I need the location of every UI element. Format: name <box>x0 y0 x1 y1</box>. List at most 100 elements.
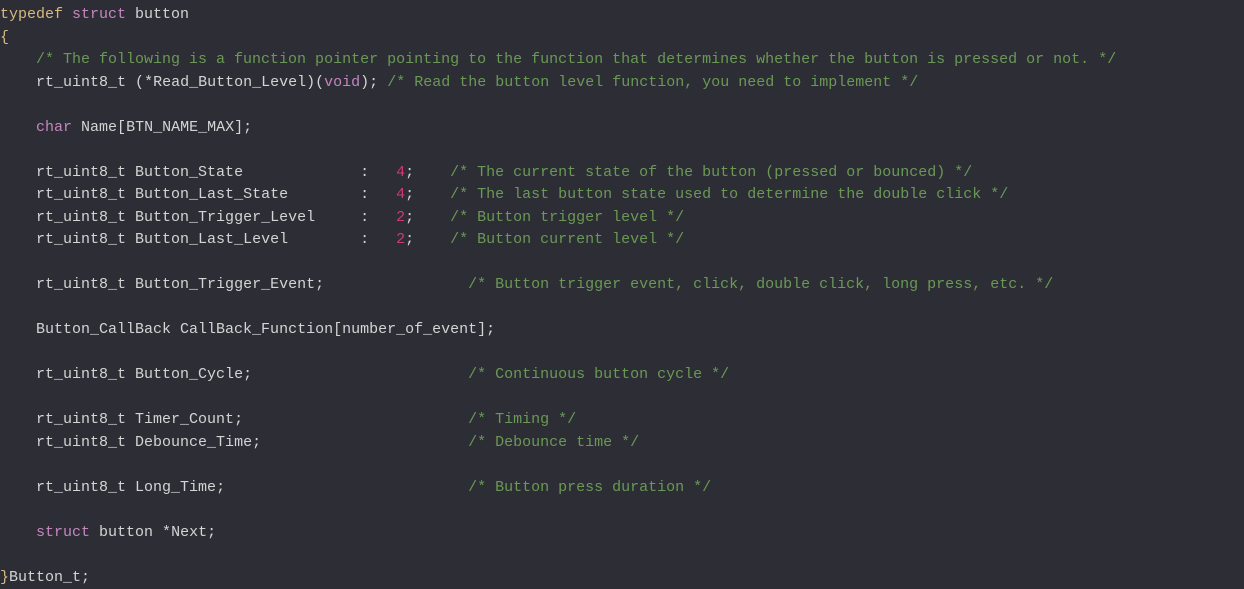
code-line: rt_uint8_t Button_State : 4; /* The curr… <box>0 162 1244 185</box>
identifier: button <box>90 524 162 541</box>
colon: : <box>360 164 396 181</box>
type: rt_uint8_t <box>36 479 135 496</box>
number: 4 <box>396 164 405 181</box>
code-line: /* The following is a function pointer p… <box>0 49 1244 72</box>
semicolon: ; <box>315 276 468 293</box>
code-line: rt_uint8_t Debounce_Time; /* Debounce ti… <box>0 432 1244 455</box>
semicolon: ; <box>405 164 450 181</box>
type: rt_uint8_t <box>36 74 135 91</box>
comment: /* The last button state used to determi… <box>450 186 1008 203</box>
code-line: rt_uint8_t (*Read_Button_Level)(void); /… <box>0 72 1244 95</box>
code-line: struct button *Next; <box>0 522 1244 545</box>
field: Button_State <box>135 164 360 181</box>
comment: /* Button press duration */ <box>468 479 711 496</box>
colon: : <box>360 231 396 248</box>
semicolon: ; <box>243 366 468 383</box>
type: rt_uint8_t <box>36 209 135 226</box>
field: Debounce_Time <box>135 434 252 451</box>
comment: /* Debounce time */ <box>468 434 639 451</box>
keyword-struct: struct <box>72 6 126 23</box>
blank-line <box>0 139 1244 162</box>
field: Long_Time <box>135 479 216 496</box>
type: rt_uint8_t <box>36 186 135 203</box>
blank-line <box>0 342 1244 365</box>
keyword-void: void <box>324 74 360 91</box>
number: 2 <box>396 231 405 248</box>
code-editor[interactable]: typedef struct button { /* The following… <box>0 4 1244 589</box>
code-line: rt_uint8_t Button_Trigger_Event; /* Butt… <box>0 274 1244 297</box>
bracket: ] <box>477 321 486 338</box>
identifier: BTN_NAME_MAX <box>126 119 234 136</box>
paren: ( <box>135 74 144 91</box>
identifier: Next <box>171 524 207 541</box>
blank-line <box>0 252 1244 275</box>
type: rt_uint8_t <box>36 231 135 248</box>
close-brace: } <box>0 569 9 586</box>
code-line: }Button_t; <box>0 567 1244 589</box>
semicolon: ; <box>207 524 216 541</box>
blank-line <box>0 94 1244 117</box>
bracket: [ <box>117 119 126 136</box>
type: rt_uint8_t <box>36 434 135 451</box>
star: * <box>144 74 153 91</box>
code-line: { <box>0 27 1244 50</box>
code-line: rt_uint8_t Button_Last_State : 4; /* The… <box>0 184 1244 207</box>
comment: /* Button current level */ <box>450 231 684 248</box>
code-line: char Name[BTN_NAME_MAX]; <box>0 117 1244 140</box>
colon: : <box>360 209 396 226</box>
paren: ) <box>360 74 369 91</box>
semicolon: ; <box>405 186 450 203</box>
comment: /* Timing */ <box>468 411 576 428</box>
code-line: rt_uint8_t Button_Cycle; /* Continuous b… <box>0 364 1244 387</box>
blank-line <box>0 454 1244 477</box>
type: rt_uint8_t <box>36 276 135 293</box>
blank-line <box>0 544 1244 567</box>
typedef-name: Button_t <box>9 569 81 586</box>
keyword-typedef: typedef <box>0 6 63 23</box>
keyword-struct: struct <box>36 524 90 541</box>
bracket: ] <box>234 119 243 136</box>
field: Timer_Count <box>135 411 234 428</box>
field: CallBack_Function <box>180 321 333 338</box>
semicolon: ; <box>405 231 450 248</box>
field: Button_Last_Level <box>135 231 360 248</box>
paren: ) <box>306 74 315 91</box>
code-line: rt_uint8_t Button_Last_Level : 2; /* But… <box>0 229 1244 252</box>
type: rt_uint8_t <box>36 164 135 181</box>
paren: ( <box>315 74 324 91</box>
comment: /* Continuous button cycle */ <box>468 366 729 383</box>
identifier: Name <box>72 119 117 136</box>
comment: /* The following is a function pointer p… <box>36 51 1116 68</box>
comment: /* Button trigger event, click, double c… <box>468 276 1053 293</box>
blank-line <box>0 297 1244 320</box>
semicolon: ; <box>243 119 252 136</box>
semicolon: ; <box>252 434 468 451</box>
comment: /* Button trigger level */ <box>450 209 684 226</box>
star: * <box>162 524 171 541</box>
field: Button_Trigger_Level <box>135 209 360 226</box>
code-line: typedef struct button <box>0 4 1244 27</box>
semicolon: ; <box>81 569 90 586</box>
open-brace: { <box>0 29 9 46</box>
code-line: rt_uint8_t Long_Time; /* Button press du… <box>0 477 1244 500</box>
semicolon: ; <box>369 74 378 91</box>
semicolon: ; <box>405 209 450 226</box>
code-line: rt_uint8_t Button_Trigger_Level : 2; /* … <box>0 207 1244 230</box>
type: rt_uint8_t <box>36 411 135 428</box>
struct-name: button <box>126 6 189 23</box>
field: Button_Trigger_Event <box>135 276 315 293</box>
semicolon: ; <box>234 411 468 428</box>
keyword-char: char <box>36 119 72 136</box>
type: rt_uint8_t <box>36 366 135 383</box>
identifier: number_of_event <box>342 321 477 338</box>
code-line: Button_CallBack CallBack_Function[number… <box>0 319 1244 342</box>
field: Button_Cycle <box>135 366 243 383</box>
bracket: [ <box>333 321 342 338</box>
comment: /* Read the button level function, you n… <box>378 74 918 91</box>
number: 4 <box>396 186 405 203</box>
code-line: rt_uint8_t Timer_Count; /* Timing */ <box>0 409 1244 432</box>
func-name: Read_Button_Level <box>153 74 306 91</box>
semicolon: ; <box>486 321 495 338</box>
type: Button_CallBack <box>36 321 180 338</box>
field: Button_Last_State <box>135 186 360 203</box>
